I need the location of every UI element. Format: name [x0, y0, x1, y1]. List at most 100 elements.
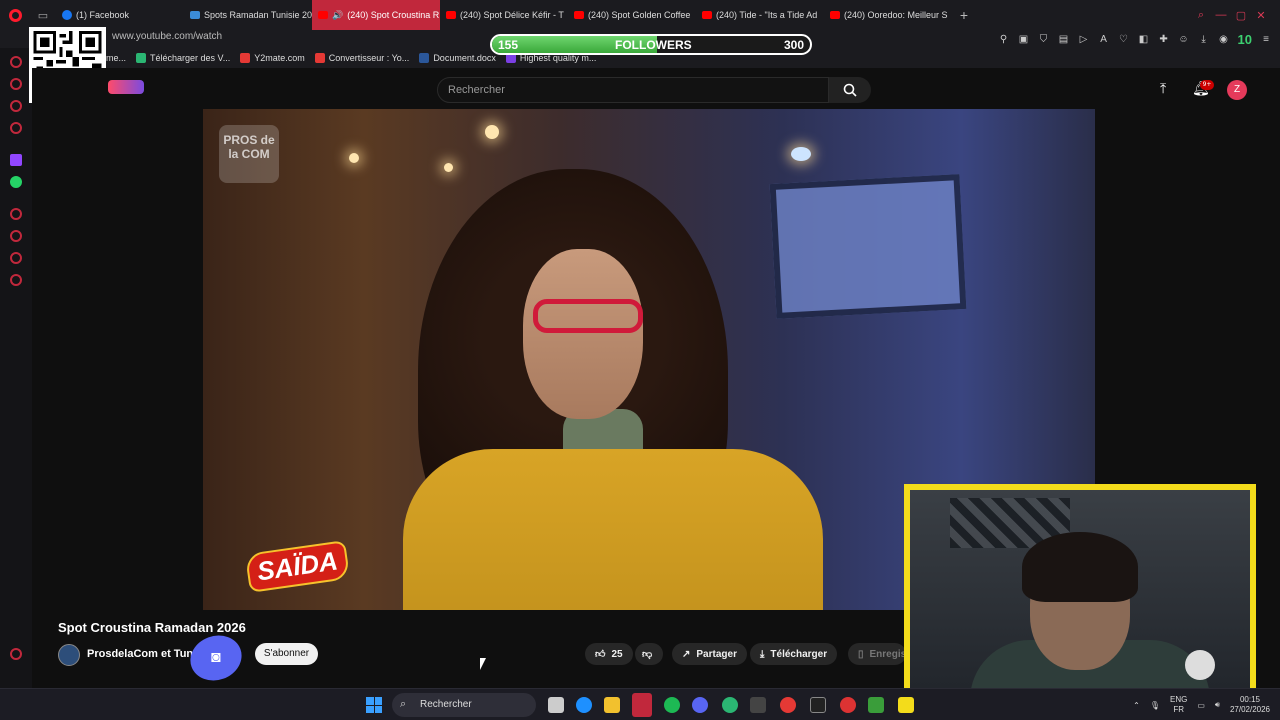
- share-button[interactable]: ↗ Partager: [672, 643, 747, 665]
- file-explorer-icon[interactable]: [604, 697, 620, 713]
- download-icon[interactable]: ⤓: [1198, 34, 1210, 45]
- upload-icon[interactable]: ⤒: [1160, 80, 1166, 97]
- puzzle-icon[interactable]: ✚: [1158, 34, 1170, 45]
- window-controls: ⌕ — ▢ ✕: [1194, 0, 1280, 30]
- chat-icon[interactable]: [10, 100, 22, 112]
- site-icon: [190, 11, 200, 19]
- menu-icon[interactable]: ≡: [1260, 34, 1272, 45]
- browser-sidebar: [0, 48, 32, 688]
- youtube-logo[interactable]: [108, 80, 144, 94]
- volume-icon[interactable]: 🔊︎: [1215, 700, 1220, 710]
- search-button[interactable]: [829, 77, 871, 103]
- app-icon[interactable]: [750, 697, 766, 713]
- chrome-icon[interactable]: [840, 697, 856, 713]
- green-app-icon[interactable]: [722, 697, 738, 713]
- whatsapp-icon[interactable]: [10, 176, 22, 188]
- player-icon[interactable]: [10, 208, 22, 220]
- red-app-icon[interactable]: [780, 697, 796, 713]
- bookmark-icon[interactable]: ▤: [1058, 34, 1070, 45]
- bookmark-favicon-icon: [136, 53, 147, 63]
- avatar[interactable]: Z: [1227, 80, 1247, 100]
- extension-icon[interactable]: ◧: [1138, 34, 1150, 45]
- bookmark-item[interactable]: me...: [106, 53, 126, 63]
- subscribe-button[interactable]: S'abonner: [255, 643, 318, 665]
- minimize-icon[interactable]: —: [1214, 9, 1228, 21]
- bookmark-item[interactable]: Document.docx: [419, 53, 496, 63]
- edge-icon[interactable]: [576, 697, 592, 713]
- camera-icon[interactable]: ◉: [1218, 34, 1230, 45]
- discord-icon: ◙: [211, 649, 221, 667]
- woman-face: [523, 249, 643, 419]
- tab-spot-golden[interactable]: (240) Spot Golden Coffee: [568, 0, 696, 30]
- browser-toolbar: ⚲ ▣ ⛉ ▤ ▷ A ♡ ◧ ✚ ☺ ⤓ ◉ 10 ≡: [998, 30, 1272, 48]
- bookmark-item[interactable]: Convertisseur : Yo...: [314, 53, 409, 63]
- bookmark-item[interactable]: Télécharger des V...: [136, 53, 230, 63]
- sticky-notes-icon[interactable]: [898, 697, 914, 713]
- tab-facebook[interactable]: (1) Facebook: [56, 0, 184, 30]
- video-title: Spot Croustina Ramadan 2026: [58, 620, 246, 635]
- tab-ooredoo[interactable]: (240) Ooredoo: Meilleur S: [824, 0, 952, 30]
- task-view-icon[interactable]: [548, 697, 564, 713]
- new-tab-button[interactable]: +: [952, 0, 976, 30]
- download-icon: ⤓: [760, 648, 765, 660]
- history-icon[interactable]: [10, 230, 22, 242]
- heart-icon[interactable]: ♡: [1118, 34, 1130, 45]
- spotify-icon[interactable]: [664, 697, 680, 713]
- bookmark-item[interactable]: Y2mate.com: [240, 53, 305, 63]
- maximize-icon[interactable]: ▢: [1234, 9, 1248, 22]
- extensions-icon[interactable]: [10, 252, 22, 264]
- streaming-app-icon[interactable]: [810, 697, 826, 713]
- saida-logo: SAÏDA: [244, 540, 351, 593]
- search-icon: [843, 83, 857, 97]
- language-indicator[interactable]: ENG FR: [1170, 695, 1187, 715]
- microphone-icon[interactable]: 🎙︎: [1150, 701, 1160, 710]
- youtube-icon: [702, 11, 712, 19]
- pin-icon[interactable]: ⚲: [998, 34, 1010, 45]
- gx-icon[interactable]: [10, 648, 22, 660]
- channel-avatar[interactable]: [58, 644, 80, 666]
- shield-icon[interactable]: ⛉: [1038, 34, 1050, 45]
- clock[interactable]: 00:15 27/02/2026: [1230, 695, 1270, 715]
- user-icon[interactable]: ☺: [1178, 34, 1190, 45]
- browser-tab-strip: ▭ (1) Facebook Spots Ramadan Tunisie 20 …: [0, 0, 1280, 30]
- save-button[interactable]: ▯ Enregis: [848, 643, 906, 665]
- followers-goal-bar: 155 FOLLOWERS 300: [490, 34, 812, 55]
- like-button[interactable]: 👍︎ 25: [585, 643, 633, 665]
- followers-label: FOLLOWERS: [615, 38, 692, 52]
- tab-spots-ramadan[interactable]: Spots Ramadan Tunisie 20: [184, 0, 312, 30]
- workspaces-icon[interactable]: ▭: [30, 0, 56, 30]
- settings-icon[interactable]: [10, 274, 22, 286]
- search-tabs-icon[interactable]: ⌕: [1194, 9, 1208, 22]
- close-icon[interactable]: ✕: [1254, 9, 1268, 22]
- snapshot-icon[interactable]: ▣: [1018, 34, 1030, 45]
- messenger-icon[interactable]: [10, 56, 22, 68]
- translate-icon[interactable]: A: [1098, 34, 1110, 45]
- notepad-icon[interactable]: [868, 697, 884, 713]
- speaker-icon[interactable]: 🔊: [332, 10, 343, 21]
- music-icon[interactable]: [10, 122, 22, 134]
- url-field[interactable]: www.youtube.com/watch: [112, 31, 222, 42]
- extension-badge[interactable]: 10: [1238, 32, 1252, 47]
- dislike-button[interactable]: 👎︎: [635, 643, 663, 665]
- download-button[interactable]: ⤓ Télécharger: [750, 643, 838, 665]
- streamer-hair: [1022, 532, 1138, 602]
- opera-logo-icon[interactable]: [0, 0, 30, 30]
- network-icon[interactable]: ▭: [1197, 701, 1205, 710]
- taskbar-search[interactable]: ⌕ Rechercher: [392, 693, 536, 717]
- windows-taskbar: ⌕ Rechercher ⌃ 🎙︎ ENG FR ▭ 🔊︎ 00:15 27/0…: [0, 688, 1280, 720]
- tab-spot-delice[interactable]: (240) Spot Délice Kéfir - T: [440, 0, 568, 30]
- chevron-up-icon[interactable]: ⌃: [1133, 701, 1140, 710]
- bookmark-favicon-icon: [314, 53, 325, 63]
- discord-icon[interactable]: [692, 697, 708, 713]
- bookmark-favicon-icon: [240, 53, 251, 63]
- opera-gx-icon[interactable]: [632, 693, 652, 717]
- windows-start-icon[interactable]: [366, 697, 382, 713]
- followers-target: 300: [783, 38, 804, 52]
- tab-tide[interactable]: (240) Tide - "Its a Tide Ad: [696, 0, 824, 30]
- play-icon[interactable]: ▷: [1078, 34, 1090, 45]
- aria-icon[interactable]: [10, 78, 22, 90]
- search-input[interactable]: Rechercher: [437, 77, 829, 103]
- twitch-icon[interactable]: [10, 154, 22, 166]
- ceiling-light: [485, 125, 499, 139]
- tab-spot-croustina[interactable]: 🔊 (240) Spot Croustina R: [312, 0, 440, 30]
